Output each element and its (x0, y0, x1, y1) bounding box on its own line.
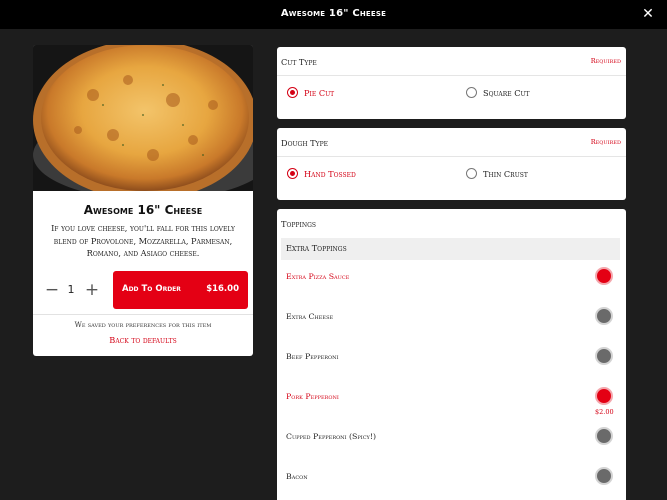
item-description: If you love cheese, you'll fall for this… (51, 223, 235, 258)
decrease-quantity-button[interactable]: − (43, 281, 61, 299)
divider (33, 314, 253, 315)
dough-type-required: Required (590, 138, 621, 146)
modal-title: Awesome 16" Cheese (280, 8, 387, 19)
add-to-order-button[interactable]: Add To Order $16.00 (113, 271, 248, 309)
increase-quantity-button[interactable]: + (83, 281, 101, 299)
add-to-order-label: Add To Order (122, 284, 181, 294)
dough-type-panel: Dough Type Required Hand Tossed Thin Cru… (277, 128, 626, 200)
cut-type-panel: Cut Type Required Pie Cut Square Cut (277, 47, 626, 119)
pork-pepperoni-price: $2.00 (595, 408, 614, 416)
radio-pie-cut[interactable] (287, 87, 298, 98)
toppings-panel: Toppings Extra Toppings Extra Pizza Sauc… (277, 209, 626, 500)
toggle-extra-pizza-sauce[interactable] (595, 267, 613, 285)
divider (277, 75, 626, 76)
modal-header: Awesome 16" Cheese ✕ (0, 0, 667, 29)
toggle-beef-pepperoni[interactable] (595, 347, 613, 365)
cut-type-required: Required (590, 57, 621, 65)
option-thin-crust[interactable]: Thin Crust (483, 169, 528, 179)
quantity-row: − 1 + Add To Order $16.00 (33, 271, 253, 313)
topping-extra-pizza-sauce[interactable]: Extra Pizza Sauce (286, 272, 349, 281)
topping-extra-cheese[interactable]: Extra Cheese (286, 312, 333, 321)
item-name: Awesome 16" Cheese (83, 203, 203, 217)
option-pie-cut[interactable]: Pie Cut (304, 88, 334, 98)
extra-toppings-header: Extra Toppings (281, 238, 620, 260)
dough-type-title: Dough Type (281, 138, 329, 148)
item-card: Awesome 16" Cheese If you love cheese, y… (33, 45, 253, 356)
extra-toppings-label: Extra Toppings (286, 243, 347, 253)
toggle-pork-pepperoni[interactable] (595, 387, 613, 405)
order-price: $16.00 (206, 284, 239, 294)
option-hand-tossed[interactable]: Hand Tossed (304, 169, 356, 179)
quantity-value: 1 (67, 283, 75, 296)
toggle-bacon[interactable] (595, 467, 613, 485)
back-to-defaults-link[interactable]: Back to defaults (33, 335, 253, 345)
cut-type-title: Cut Type (281, 57, 317, 67)
topping-cupped-pepperoni[interactable]: Cupped Pepperoni (Spicy!) (286, 432, 376, 441)
pizza-photo (33, 45, 253, 191)
close-icon[interactable]: ✕ (639, 5, 657, 23)
divider (277, 156, 626, 157)
topping-beef-pepperoni[interactable]: Beef Pepperoni (286, 352, 338, 361)
topping-pork-pepperoni[interactable]: Pork Pepperoni (286, 392, 339, 401)
option-square-cut[interactable]: Square Cut (483, 88, 530, 98)
saved-preferences-note: We saved your preferences for this item (74, 321, 212, 329)
toggle-extra-cheese[interactable] (595, 307, 613, 325)
topping-bacon[interactable]: Bacon (286, 472, 308, 481)
radio-square-cut[interactable] (466, 87, 477, 98)
radio-thin-crust[interactable] (466, 168, 477, 179)
radio-hand-tossed[interactable] (287, 168, 298, 179)
toppings-title: Toppings (281, 219, 316, 229)
toggle-cupped-pepperoni[interactable] (595, 427, 613, 445)
